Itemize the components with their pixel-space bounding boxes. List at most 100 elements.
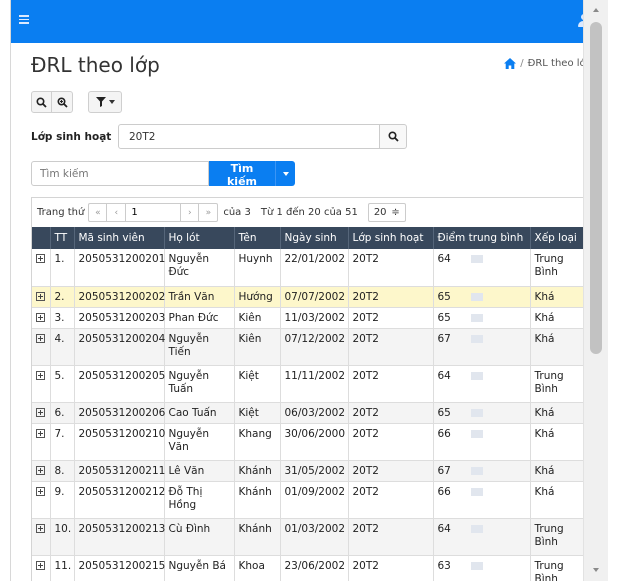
- table-row[interactable]: 3. 2050531200203 Phan Đức Kiên 11/03/2002 20T…: [32, 307, 592, 329]
- search-icon: [36, 96, 47, 108]
- cell-ten: Hướng: [234, 286, 281, 308]
- cell-xeploai: Khá: [530, 402, 592, 424]
- cell-msv: 2050531200212: [74, 481, 166, 519]
- cell-holot: Phan Đức: [164, 307, 235, 329]
- cell-ten-text: Khánh: [238, 485, 272, 498]
- scroll-down-icon[interactable]: [593, 568, 599, 572]
- scrollbar-thumb[interactable]: [590, 22, 602, 354]
- column-header[interactable]: Ngày sinh: [280, 227, 349, 249]
- cell-tt-text: 6.: [54, 406, 65, 419]
- last-page-button[interactable]: »: [199, 203, 219, 222]
- cell-msv-text: 2050531200205: [78, 369, 166, 382]
- expand-icon[interactable]: [36, 428, 45, 438]
- cell-ngaysinh-text: 06/03/2002: [284, 406, 346, 419]
- table-row[interactable]: 8. 2050531200211 Lê Văn Khánh 31/05/2002 20T2…: [32, 460, 592, 482]
- cell-holot-text: Trần Văn: [168, 290, 215, 303]
- hamburger-icon[interactable]: [19, 15, 29, 24]
- cell-diem-text: 65: [437, 311, 451, 324]
- table-row[interactable]: 5. 2050531200205 Nguyễn Tuấn Kiệt 11/11/2002…: [32, 365, 592, 403]
- cell-lop-text: 20T2: [352, 290, 379, 303]
- score-bar: [470, 255, 483, 263]
- column-header[interactable]: Điểm trung bình: [433, 227, 531, 249]
- next-page-button[interactable]: ›: [180, 203, 200, 222]
- cell-diem: 65: [433, 402, 531, 424]
- search-options-dropdown[interactable]: [275, 161, 295, 186]
- page-size-select[interactable]: 20 ≑: [367, 203, 406, 222]
- cell-ngaysinh-text: 23/06/2002: [284, 559, 346, 572]
- column-header[interactable]: Xếp loại: [530, 227, 592, 249]
- expand-icon[interactable]: [36, 333, 45, 343]
- expand-icon[interactable]: [36, 560, 45, 570]
- expand-icon[interactable]: [36, 291, 45, 301]
- column-header[interactable]: Họ lót: [164, 227, 235, 249]
- zoom-in-icon: [56, 96, 68, 108]
- score-bar: [470, 371, 483, 380]
- column-header[interactable]: Mã sinh viên: [74, 227, 165, 249]
- cell-tt: 1.: [50, 249, 75, 287]
- expand-icon[interactable]: [36, 465, 45, 475]
- table-row[interactable]: 7. 2050531200210 Nguyễn Văn Khang 30/06/2000…: [32, 423, 592, 461]
- cell-tt: 2.: [50, 286, 75, 308]
- expand-icon[interactable]: [36, 312, 45, 322]
- cell-tt-text: 10.: [54, 522, 72, 535]
- score-bar: [470, 334, 483, 343]
- app-frame: ĐRL theo lớp / ĐRL theo lớp Lớp sinh hoạ…: [10, 0, 608, 581]
- first-page-button[interactable]: «: [88, 203, 108, 222]
- zoom-in-tool-button[interactable]: [51, 91, 73, 113]
- expand-cell: [32, 249, 51, 287]
- cell-xeploai: Khá: [530, 460, 592, 482]
- table-row[interactable]: 11. 2050531200215 Nguyễn Bá Khoa 23/06/2002 2…: [32, 555, 592, 581]
- student-grid: Trang thứ « ‹ › » của 3 Từ 1 đến 20 của …: [31, 197, 592, 581]
- cell-msv: 2050531200211: [74, 460, 166, 482]
- cell-xeploai: Khá: [530, 286, 592, 308]
- class-search-button[interactable]: [379, 124, 407, 149]
- cell-lop-text: 20T2: [352, 253, 379, 265]
- cell-ngaysinh: 30/06/2000: [280, 423, 349, 461]
- cell-ten: Khánh: [234, 518, 281, 556]
- table-row[interactable]: 9. 2050531200212 Đỗ Thị Hồng Khánh 01/09/200…: [32, 481, 592, 519]
- cell-holot-text: Nguyễn Đức: [168, 253, 210, 278]
- search-icon: [387, 131, 399, 142]
- column-header[interactable]: Lớp sinh hoạt: [348, 227, 434, 249]
- expand-icon[interactable]: [36, 370, 45, 380]
- table-row[interactable]: 6. 2050531200206 Cao Tuấn Kiệt 06/03/2002 20T…: [32, 402, 592, 424]
- scroll-up-icon[interactable]: [593, 8, 599, 12]
- expand-cell: [32, 328, 51, 366]
- search-tool-button[interactable]: [31, 91, 52, 113]
- cell-ngaysinh: 11/03/2002: [280, 307, 349, 329]
- expand-icon[interactable]: [36, 254, 45, 263]
- filter-icon: [95, 97, 106, 107]
- keyword-search-button[interactable]: Tìm kiếm: [209, 161, 275, 188]
- cell-holot-text: Nguyễn Tiến: [168, 332, 210, 358]
- cell-diem: 64: [433, 365, 531, 403]
- table-row[interactable]: 1. 2050531200201 Nguyễn Đức Huynh 22/01/2002…: [32, 249, 592, 287]
- filter-dropdown-button[interactable]: [88, 91, 122, 113]
- class-filter-input[interactable]: [118, 124, 380, 149]
- cell-holot: Nguyễn Tiến: [164, 328, 235, 366]
- cell-diem: 65: [433, 307, 531, 329]
- expand-icon[interactable]: [36, 523, 45, 533]
- vertical-scrollbar[interactable]: [583, 0, 608, 581]
- breadcrumb: / ĐRL theo lớp: [504, 58, 592, 69]
- expand-icon[interactable]: [36, 407, 45, 417]
- cell-msv-text: 2050531200211: [78, 464, 166, 477]
- keyword-search-input[interactable]: [31, 161, 209, 186]
- page-number-input[interactable]: [126, 203, 181, 222]
- class-filter-label: Lớp sinh hoạt: [31, 131, 112, 143]
- cell-msv-text: 2050531200212: [78, 485, 166, 498]
- expand-icon[interactable]: [36, 486, 45, 496]
- home-icon[interactable]: [504, 58, 517, 69]
- cell-holot-text: Lê Văn: [168, 464, 205, 477]
- table-row[interactable]: 10. 2050531200213 Cù Đình Khánh 01/03/2002 20…: [32, 518, 592, 556]
- cell-ngaysinh-text: 01/09/2002: [284, 485, 346, 498]
- prev-page-button[interactable]: ‹: [107, 203, 127, 222]
- table-row[interactable]: 4. 2050531200204 Nguyễn Tiến Kiên 07/12/2002…: [32, 328, 592, 366]
- cell-msv-text: 2050531200206: [78, 406, 166, 419]
- column-header[interactable]: TT: [50, 227, 75, 249]
- cell-tt: 6.: [50, 402, 75, 424]
- cell-msv: 2050531200203: [74, 307, 165, 329]
- cell-xeploai-text: Khá: [534, 290, 555, 303]
- column-header[interactable]: Tên: [234, 227, 281, 249]
- cell-ten-text: Kiệt: [238, 369, 259, 382]
- table-row[interactable]: 2. 2050531200202 Trần Văn Hướng 07/07/2002 20…: [32, 286, 592, 308]
